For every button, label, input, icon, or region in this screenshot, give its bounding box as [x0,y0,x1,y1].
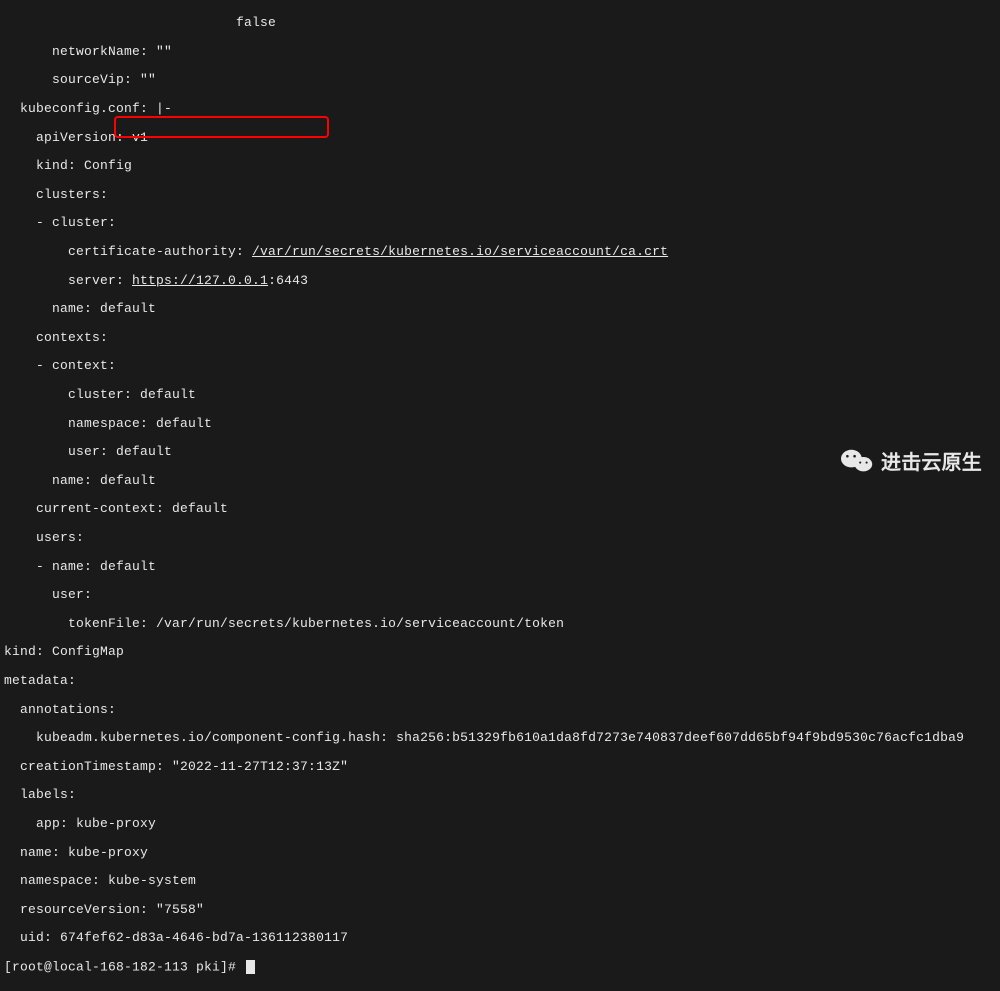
cursor [246,960,255,974]
terminal-output[interactable]: false networkName: "" sourceVip: "" kube… [0,0,1000,991]
output-line: kind: Config [4,159,992,173]
output-line: kind: ConfigMap [4,645,992,659]
output-line: tokenFile: /var/run/secrets/kubernetes.i… [4,617,992,631]
watermark: 进击云原生 [841,448,982,478]
output-line: server: https://127.0.0.1:6443 [4,274,992,288]
output-line: annotations: [4,703,992,717]
output-line: creationTimestamp: "2022-11-27T12:37:13Z… [4,760,992,774]
cert-path-link: /var/run/secrets/kubernetes.io/serviceac… [252,244,668,259]
prompt-line[interactable]: [root@local-168-182-113 pki]# [4,960,992,975]
output-line: resourceVersion: "7558" [4,903,992,917]
output-line: users: [4,531,992,545]
output-line: contexts: [4,331,992,345]
output-line: sourceVip: "" [4,73,992,87]
output-line: current-context: default [4,502,992,516]
server-url-link: https://127.0.0.1 [132,273,268,288]
output-line: certificate-authority: /var/run/secrets/… [4,245,992,259]
output-line: uid: 674fef62-d83a-4646-bd7a-13611238011… [4,931,992,945]
output-line: namespace: kube-system [4,874,992,888]
output-line: - name: default [4,560,992,574]
output-line: clusters: [4,188,992,202]
output-line: cluster: default [4,388,992,402]
output-line: kubeconfig.conf: |- [4,102,992,116]
output-line: apiVersion: v1 [4,131,992,145]
watermark-text: 进击云原生 [881,452,982,474]
wechat-icon [841,448,873,478]
output-line: kubeadm.kubernetes.io/component-config.h… [4,731,992,745]
output-line: metadata: [4,674,992,688]
output-line: false [4,16,992,30]
output-line: networkName: "" [4,45,992,59]
output-line: labels: [4,788,992,802]
output-line: - cluster: [4,216,992,230]
output-line: name: default [4,302,992,316]
output-line: app: kube-proxy [4,817,992,831]
output-line: name: kube-proxy [4,846,992,860]
output-line: - context: [4,359,992,373]
shell-prompt: [root@local-168-182-113 pki]# [4,959,244,974]
output-line: namespace: default [4,417,992,431]
output-line: user: [4,588,992,602]
